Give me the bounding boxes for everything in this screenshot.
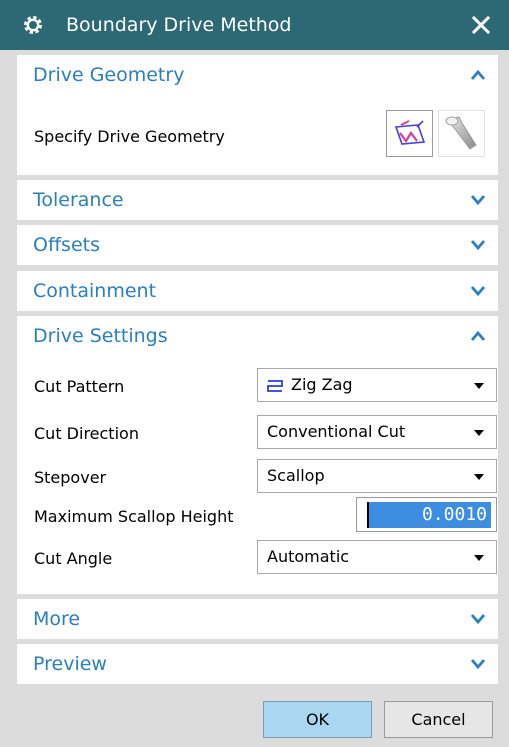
section-label-drive-geometry: Drive Geometry xyxy=(33,64,185,86)
max-scallop-height-input[interactable]: 0.0010 xyxy=(356,497,497,532)
chevron-down-icon xyxy=(474,430,484,436)
section-header-drive-settings[interactable]: Drive Settings xyxy=(17,316,498,356)
flashlight-icon xyxy=(445,116,477,150)
stepover-label: Stepover xyxy=(34,468,107,487)
cut-angle-value: Automatic xyxy=(267,547,350,566)
chevron-down-icon xyxy=(474,555,484,561)
max-scallop-height-value: 0.0010 xyxy=(421,504,487,525)
cancel-button[interactable]: Cancel xyxy=(384,701,493,738)
ok-button[interactable]: OK xyxy=(263,701,372,738)
specify-drive-geometry-label: Specify Drive Geometry xyxy=(34,127,225,146)
section-label-offsets: Offsets xyxy=(33,234,100,256)
dialog-title: Boundary Drive Method xyxy=(66,14,292,36)
cut-pattern-dropdown[interactable]: Zig Zag xyxy=(257,368,497,402)
cut-angle-dropdown[interactable]: Automatic xyxy=(257,540,497,574)
cut-angle-label: Cut Angle xyxy=(34,549,113,568)
section-header-offsets[interactable]: Offsets xyxy=(17,225,498,265)
boundary-geometry-icon xyxy=(394,120,426,145)
gear-icon xyxy=(24,16,42,34)
cut-pattern-value: Zig Zag xyxy=(291,375,353,394)
section-header-drive-geometry[interactable]: Drive Geometry xyxy=(17,55,498,95)
section-header-tolerance[interactable]: Tolerance xyxy=(17,180,498,220)
boundary-drive-method-dialog: Boundary Drive Method Drive Geometry Spe… xyxy=(0,0,509,747)
section-label-more: More xyxy=(33,608,81,630)
chevron-down-icon[interactable] xyxy=(470,658,486,670)
display-geometry-button[interactable] xyxy=(438,110,485,157)
chevron-up-icon[interactable] xyxy=(470,69,486,81)
cut-direction-value: Conventional Cut xyxy=(267,422,406,441)
chevron-down-icon[interactable] xyxy=(470,194,486,206)
max-scallop-height-label: Maximum Scallop Height xyxy=(34,507,234,526)
title-bar[interactable]: Boundary Drive Method xyxy=(0,0,509,50)
specify-drive-geometry-button[interactable] xyxy=(386,110,433,157)
close-icon[interactable] xyxy=(469,13,493,37)
stepover-value: Scallop xyxy=(267,466,325,485)
section-label-drive-settings: Drive Settings xyxy=(33,325,168,347)
section-header-more[interactable]: More xyxy=(17,599,498,639)
chevron-down-icon[interactable] xyxy=(470,285,486,297)
chevron-down-icon[interactable] xyxy=(470,239,486,251)
chevron-up-icon[interactable] xyxy=(470,330,486,342)
chevron-down-icon xyxy=(474,383,484,389)
section-body-drive-geometry: Specify Drive Geometry xyxy=(17,95,498,175)
stepover-dropdown[interactable]: Scallop xyxy=(257,459,497,493)
section-header-preview[interactable]: Preview xyxy=(17,644,498,684)
chevron-down-icon[interactable] xyxy=(470,613,486,625)
cut-direction-dropdown[interactable]: Conventional Cut xyxy=(257,415,497,449)
zig-zag-icon xyxy=(267,380,283,392)
section-label-containment: Containment xyxy=(33,280,157,302)
section-label-tolerance: Tolerance xyxy=(33,189,124,211)
cut-pattern-label: Cut Pattern xyxy=(34,377,125,396)
text-cursor xyxy=(367,502,369,528)
section-header-containment[interactable]: Containment xyxy=(17,271,498,311)
chevron-down-icon xyxy=(474,474,484,480)
section-label-preview: Preview xyxy=(33,653,107,675)
cut-direction-label: Cut Direction xyxy=(34,424,139,443)
